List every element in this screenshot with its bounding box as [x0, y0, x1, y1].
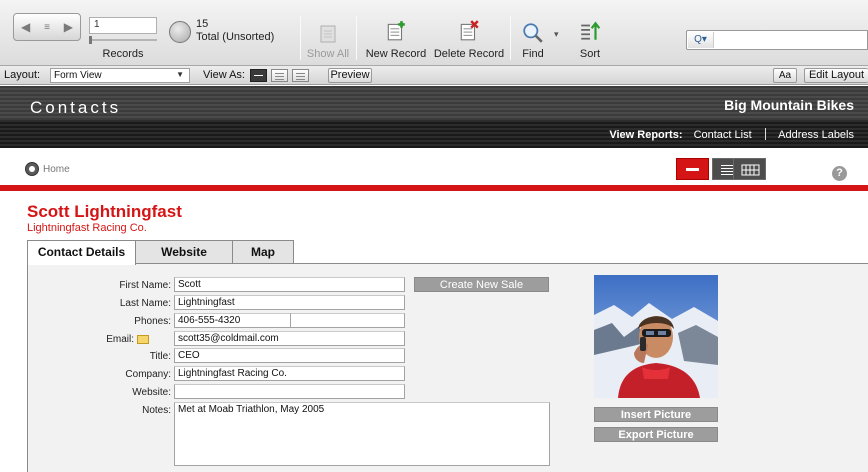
- email-field[interactable]: scott35@coldmail.com: [174, 331, 405, 346]
- record-slider[interactable]: [89, 39, 157, 41]
- chevron-down-icon: ▼: [176, 70, 184, 79]
- record-slider-thumb[interactable]: [89, 36, 92, 44]
- report-link-contact-list[interactable]: Contact List: [694, 129, 752, 141]
- layout-bar: Layout: Form View ▼ View As: Preview Aa …: [0, 66, 868, 85]
- form-view-button[interactable]: [676, 158, 709, 180]
- nav-row: Home ?: [0, 150, 868, 186]
- book-icon: ≡: [44, 21, 50, 33]
- find-dropdown-icon[interactable]: ▾: [554, 29, 559, 40]
- website-label: Website:: [132, 387, 171, 398]
- current-record-field[interactable]: 1: [89, 17, 157, 34]
- new-record-button[interactable]: New Record: [363, 0, 429, 66]
- first-name-label: First Name:: [119, 280, 171, 291]
- quick-find-search-icon[interactable]: Q▾: [688, 32, 714, 48]
- preview-button[interactable]: Preview: [328, 68, 372, 83]
- title-field[interactable]: CEO: [174, 348, 405, 363]
- sort-button[interactable]: Sort: [572, 0, 608, 66]
- view-as-label: View As:: [203, 69, 245, 81]
- tab-map[interactable]: Map: [232, 240, 294, 264]
- first-name-field[interactable]: Scott: [174, 277, 405, 292]
- view-reports: View Reports: Contact List Address Label…: [609, 128, 854, 141]
- status-toolbar: ◀ ≡ ▶ 1 Records 15 Total (Unsorted) Show…: [0, 0, 868, 66]
- website-field[interactable]: [174, 384, 405, 399]
- toolbar-separator: [356, 16, 357, 60]
- record-company: Lightningfast Racing Co.: [27, 222, 147, 234]
- font-size-button[interactable]: Aa: [773, 68, 797, 83]
- tab-website[interactable]: Website: [135, 240, 233, 264]
- show-all-label: Show All: [306, 48, 350, 60]
- record-navigation-book[interactable]: ◀ ≡ ▶: [13, 13, 81, 41]
- edit-layout-button[interactable]: Edit Layout: [804, 68, 868, 83]
- quick-find-field[interactable]: Q▾: [686, 30, 868, 50]
- total-count: 15: [196, 18, 209, 30]
- phone-1-field[interactable]: 406-555-4320: [174, 313, 291, 328]
- view-reports-label: View Reports:: [609, 129, 683, 141]
- company-field[interactable]: Lightningfast Racing Co.: [174, 366, 405, 381]
- delete-record-button[interactable]: Delete Record: [432, 0, 506, 66]
- title-label: Title:: [149, 351, 171, 362]
- delete-record-label: Delete Record: [433, 48, 505, 60]
- show-all-button[interactable]: Show All: [303, 0, 353, 66]
- find-label: Find: [522, 48, 544, 60]
- found-set-pie-icon: [169, 21, 191, 43]
- layout-label: Layout:: [4, 69, 41, 81]
- record-name: Scott Lightningfast: [27, 202, 182, 221]
- sort-icon: [581, 21, 601, 40]
- accent-red-bar: [0, 185, 868, 191]
- page-title: Contacts: [30, 98, 122, 117]
- contact-photo[interactable]: [594, 275, 718, 398]
- help-icon[interactable]: ?: [832, 166, 847, 181]
- app-header: Contacts Big Mountain Bikes View Reports…: [0, 86, 868, 148]
- records-label: Records: [102, 48, 144, 60]
- total-label: Total (Unsorted): [196, 31, 275, 43]
- view-as-table-button[interactable]: [292, 69, 309, 82]
- company-label: Company:: [125, 369, 171, 380]
- report-link-address-labels[interactable]: Address Labels: [778, 129, 854, 141]
- toolbar-separator: [300, 16, 301, 60]
- layout-select-value: Form View: [54, 70, 102, 81]
- find-magnifier-icon: [523, 23, 543, 43]
- next-record-icon[interactable]: ▶: [64, 20, 73, 34]
- home-icon[interactable]: [25, 162, 39, 176]
- insert-picture-button[interactable]: Insert Picture: [594, 407, 718, 422]
- toolbar-separator: [510, 16, 511, 60]
- export-picture-button[interactable]: Export Picture: [594, 427, 718, 442]
- email-label: Email:: [106, 334, 134, 345]
- view-as-form-button[interactable]: [250, 69, 267, 82]
- phone-2-field[interactable]: [290, 313, 405, 328]
- company-name: Big Mountain Bikes: [724, 97, 854, 113]
- last-name-field[interactable]: Lightningfast: [174, 295, 405, 310]
- report-divider: [764, 128, 766, 140]
- notes-field[interactable]: Met at Moab Triathlon, May 2005: [174, 402, 550, 466]
- new-record-label: New Record: [365, 48, 427, 60]
- create-new-sale-button[interactable]: Create New Sale: [414, 277, 549, 292]
- new-record-icon: [387, 21, 405, 41]
- last-name-label: Last Name:: [119, 298, 171, 309]
- notes-label: Notes:: [142, 405, 171, 416]
- view-as-list-button[interactable]: [271, 69, 288, 82]
- previous-record-icon[interactable]: ◀: [21, 20, 30, 34]
- phones-label: Phones:: [134, 316, 171, 327]
- table-view-button[interactable]: [733, 158, 766, 180]
- table-grid-icon: [741, 164, 760, 176]
- layout-select[interactable]: Form View ▼: [50, 68, 190, 83]
- delete-record-icon: [460, 20, 479, 41]
- email-compose-icon[interactable]: [137, 335, 149, 344]
- sort-label: Sort: [579, 48, 601, 60]
- show-all-icon: [320, 25, 336, 43]
- find-button[interactable]: Find: [515, 0, 551, 66]
- home-link[interactable]: Home: [43, 164, 70, 175]
- tab-contact-details[interactable]: Contact Details: [27, 240, 136, 265]
